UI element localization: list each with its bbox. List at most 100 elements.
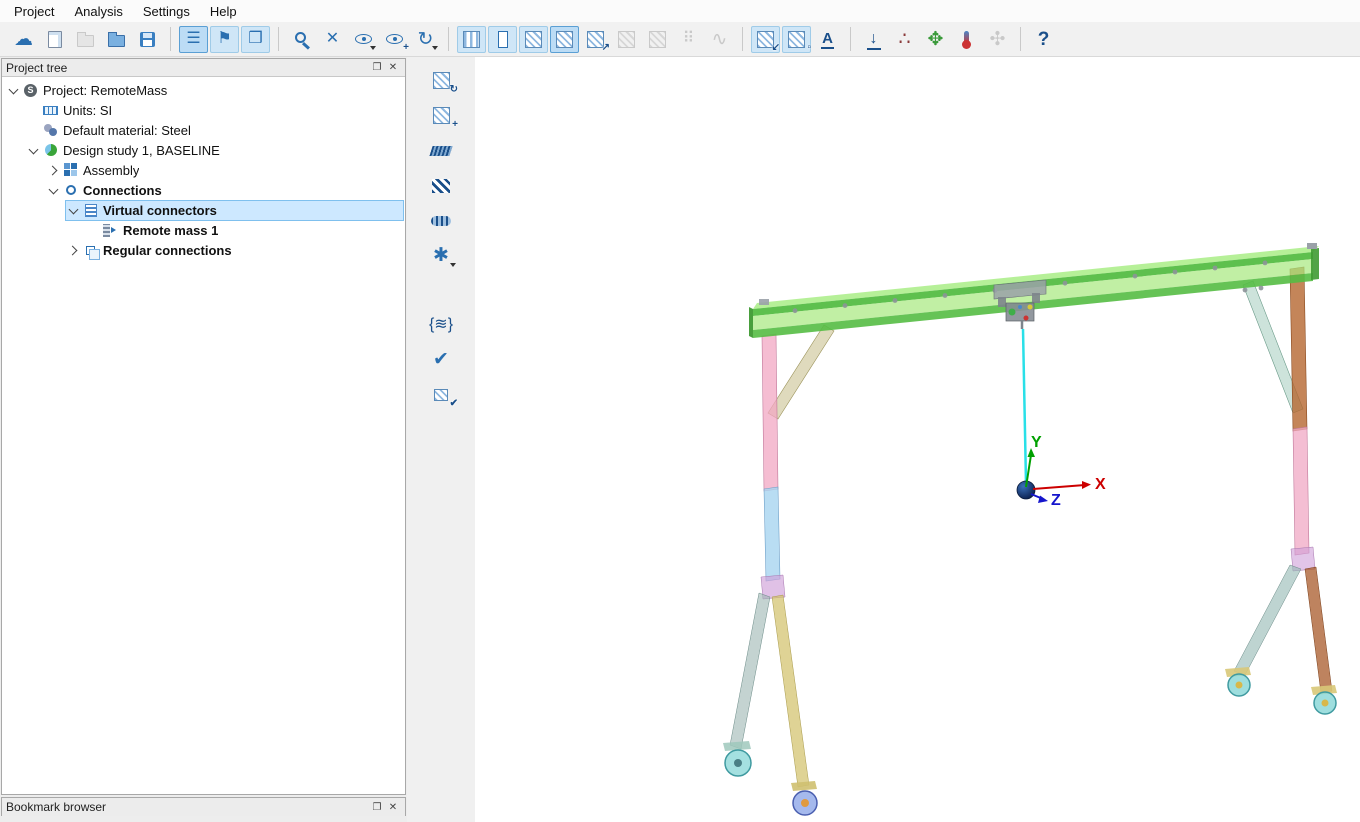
menu-project[interactable]: Project [4, 2, 64, 21]
viewport-3d[interactable]: Y X Z [475, 57, 1360, 822]
gantry-crane-model[interactable]: Y X Z [475, 57, 1360, 822]
close-panel-button[interactable]: ✕ [385, 60, 401, 75]
tree-item-assembly[interactable]: Assembly [2, 160, 405, 180]
tree-item-remote-mass[interactable]: Remote mass 1 [2, 220, 405, 240]
right-front-caster[interactable] [1311, 685, 1337, 714]
right-post-lower[interactable] [1293, 427, 1309, 555]
bookmark-browser-toggle[interactable]: ❒ [241, 26, 270, 53]
right-post-upper[interactable] [1290, 267, 1307, 431]
menu-help[interactable]: Help [200, 2, 247, 21]
update-connections-button[interactable]: ↻ [425, 67, 457, 94]
dropdown-arrow-icon[interactable] [450, 263, 456, 267]
units-ruler-icon [42, 103, 59, 118]
beam-left-end-cap [749, 307, 753, 338]
spot-weld-button[interactable]: ✱ [425, 242, 457, 269]
expander-icon[interactable] [26, 143, 41, 157]
show-shaded-toggle[interactable] [519, 26, 548, 53]
fillet-weld-button[interactable] [425, 172, 457, 199]
add-connections-button[interactable]: + [425, 102, 457, 129]
tree-item-connections[interactable]: Connections [2, 180, 405, 200]
measure-button[interactable]: ✕ [318, 26, 347, 53]
new-project-button[interactable] [40, 26, 69, 53]
left-front-leg[interactable] [772, 595, 809, 787]
copy-hatch-button[interactable]: ▫ [782, 26, 811, 53]
project-tree-toggle[interactable]: ☰ [179, 26, 208, 53]
import-hatch-button[interactable]: ↙ [751, 26, 780, 53]
check-all-connections-button[interactable]: ✔ [425, 381, 457, 408]
coil-button: ∿ [705, 26, 734, 53]
help-button[interactable]: ? [1029, 26, 1058, 53]
square-overlay: ▫ [807, 43, 811, 53]
left-frame[interactable] [723, 325, 834, 815]
left-post-upper[interactable] [762, 334, 778, 491]
tree-item-virtual-connectors[interactable]: Virtual connectors [2, 200, 405, 220]
dropdown-arrow-icon[interactable] [370, 46, 376, 50]
expander-icon[interactable] [66, 243, 81, 257]
open-project-button[interactable] [102, 26, 131, 53]
left-front-caster[interactable] [791, 781, 817, 815]
import-results-button[interactable]: ↓ [859, 26, 888, 53]
tree-item-design-study[interactable]: Design study 1, BASELINE [2, 140, 405, 160]
beam-end-stop [759, 299, 769, 305]
menu-analysis[interactable]: Analysis [64, 2, 132, 21]
hatch-icon [618, 31, 635, 48]
expander-icon[interactable] [46, 163, 61, 177]
hatch-icon [649, 31, 666, 48]
edge-weld-icon [431, 216, 451, 226]
new-file-icon [48, 31, 62, 48]
left-rear-caster[interactable] [723, 741, 751, 776]
hatch-arrow-button[interactable]: ↗ [581, 26, 610, 53]
seam-weld-button[interactable] [425, 137, 457, 164]
eye-plus-icon [386, 34, 403, 44]
show-mesh-toggle[interactable] [457, 26, 486, 53]
x-axis-arrowhead [1082, 481, 1091, 489]
tree-item-regular-connections[interactable]: Regular connections [2, 240, 405, 260]
display-toggle[interactable]: ⚑ [210, 26, 239, 53]
expander-icon[interactable] [46, 183, 61, 197]
right-rear-caster[interactable] [1225, 667, 1251, 696]
spot-welds-button[interactable]: ∴ [890, 26, 919, 53]
tree-item-units[interactable]: Units: SI [2, 100, 405, 120]
expander-icon[interactable] [66, 203, 81, 217]
right-front-leg[interactable] [1305, 567, 1332, 693]
find-button[interactable] [287, 26, 316, 53]
connections-icon [62, 183, 79, 198]
fillet-weld-icon [432, 179, 450, 193]
float-panel-button[interactable]: ❐ [369, 60, 385, 75]
spring-connector-button[interactable]: {≋} [425, 311, 457, 338]
right-rear-leg[interactable] [1234, 565, 1301, 675]
beam-right-end-cap [1311, 248, 1319, 280]
move-tool-button[interactable]: ✥ [921, 26, 950, 53]
menu-settings[interactable]: Settings [133, 2, 200, 21]
tree-item-default-material[interactable]: Default material: Steel [2, 120, 405, 140]
hatch-icon [556, 31, 573, 48]
save-icon [140, 32, 155, 47]
expander-icon[interactable] [6, 83, 21, 97]
right-frame[interactable] [1225, 267, 1337, 714]
dimension-button[interactable]: A [813, 26, 842, 53]
dropdown-arrow-icon[interactable] [432, 46, 438, 50]
close-panel-button[interactable]: ✕ [385, 800, 401, 815]
toolbar-separator [278, 27, 279, 51]
cloud-icon[interactable]: ☁ [9, 26, 38, 53]
arrow-overlay: ↙ [772, 43, 780, 53]
float-panel-button[interactable]: ❐ [369, 800, 385, 815]
left-rear-leg[interactable] [730, 593, 770, 749]
show-all-button[interactable]: + [380, 26, 409, 53]
thermal-button[interactable] [952, 26, 981, 53]
show-hatch-toggle[interactable] [550, 26, 579, 53]
left-diagonal-brace[interactable] [768, 325, 834, 419]
check-connections-button[interactable]: ✔ [425, 346, 457, 373]
left-post-lower[interactable] [764, 487, 780, 581]
selected-row-highlight[interactable]: Virtual connectors [66, 201, 403, 220]
hide-show-button[interactable] [349, 26, 378, 53]
hoist-cable[interactable] [1023, 329, 1026, 483]
fit-view-button: ✣ [983, 26, 1012, 53]
search-icon [295, 32, 306, 43]
rotate-view-button[interactable]: ↻ [411, 26, 440, 53]
tree-item-project[interactable]: S Project: RemoteMass [2, 80, 405, 100]
edge-weld-button[interactable] [425, 207, 457, 234]
flag-icon: ⚑ [217, 31, 231, 47]
save-project-button[interactable] [133, 26, 162, 53]
show-outline-toggle[interactable] [488, 26, 517, 53]
